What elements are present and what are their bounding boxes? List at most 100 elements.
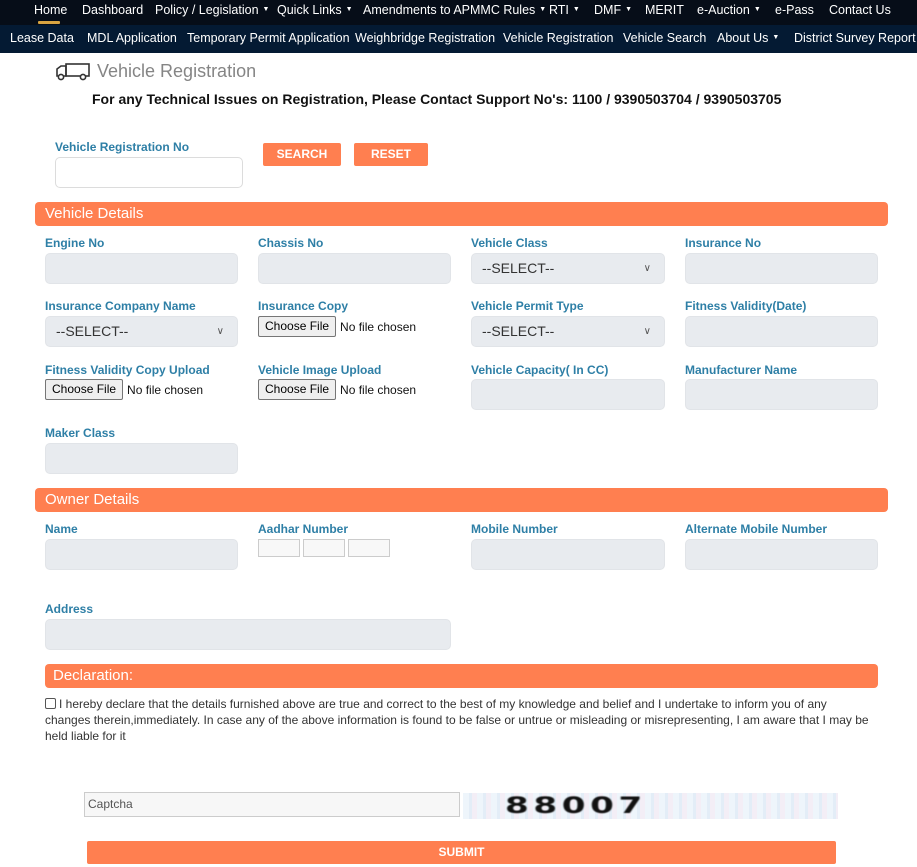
address-input[interactable] [45, 619, 451, 650]
nav-label: About Us [717, 31, 769, 45]
choose-file-button[interactable]: Choose File [258, 316, 337, 337]
reset-button[interactable]: RESET [354, 143, 428, 166]
file-status: No file chosen [127, 382, 204, 397]
owner-details-header: Owner Details [35, 488, 888, 512]
capacity-label: Vehicle Capacity( In CC) [471, 363, 609, 377]
caret-down-icon: ▼ [572, 5, 580, 13]
nav-label: MDL Application [87, 31, 177, 45]
nav-amendments[interactable]: Amendments to APMMC Rules ▼ [363, 0, 546, 25]
nav-contact-us[interactable]: Contact Us [829, 0, 891, 25]
vehicle-image-label: Vehicle Image Upload [258, 363, 382, 377]
name-label: Name [45, 522, 78, 536]
manufacturer-label: Manufacturer Name [685, 363, 798, 377]
nav-quick-links[interactable]: Quick Links ▼ [277, 0, 353, 25]
nav-label: Dashboard [82, 3, 144, 17]
select-value: --SELECT-- [56, 323, 129, 339]
nav-e-auction[interactable]: e-Auction ▼ [697, 0, 761, 25]
aadhar-part-2-input[interactable] [303, 539, 345, 557]
caret-down-icon: ▼ [772, 34, 780, 42]
nav-e-pass[interactable]: e-Pass [775, 0, 814, 25]
permit-type-label: Vehicle Permit Type [471, 299, 584, 313]
page-title-text: Vehicle Registration [97, 60, 257, 81]
aadhar-part-1-input[interactable] [258, 539, 300, 557]
chassis-no-input[interactable] [258, 253, 451, 284]
support-notice: For any Technical Issues on Registration… [92, 91, 782, 107]
choose-file-button[interactable]: Choose File [45, 379, 124, 400]
fitness-validity-input[interactable] [685, 316, 878, 347]
declaration-checkbox[interactable] [45, 698, 56, 709]
search-button[interactable]: SEARCH [263, 143, 341, 166]
nav-lease-data[interactable]: Lease Data [10, 25, 74, 53]
alt-mobile-input[interactable] [685, 539, 878, 570]
vehicle-class-label: Vehicle Class [471, 236, 548, 250]
mobile-input[interactable] [471, 539, 665, 570]
insurance-no-input[interactable] [685, 253, 878, 284]
vehicle-details-header: Vehicle Details [35, 202, 888, 226]
nav-label: Home [34, 3, 68, 17]
nav-weighbridge-registration[interactable]: Weighbridge Registration [355, 25, 495, 53]
insurance-company-label: Insurance Company Name [45, 299, 196, 313]
nav-merit[interactable]: MERIT [645, 0, 684, 25]
page-title: Vehicle Registration [55, 60, 256, 82]
nav-label: e-Auction [697, 3, 750, 17]
insurance-copy-label: Insurance Copy [258, 299, 349, 313]
chassis-no-label: Chassis No [258, 236, 324, 250]
truck-icon [56, 63, 90, 81]
captcha-input[interactable]: Captcha [84, 792, 460, 817]
vehicle-reg-no-input[interactable] [55, 157, 243, 188]
submit-button[interactable]: SUBMIT [87, 841, 836, 864]
nav-label: District Survey Report [794, 31, 916, 45]
nav-label: e-Pass [775, 3, 814, 17]
aadhar-label: Aadhar Number [258, 522, 349, 536]
secondary-nav: Lease Data MDL Application Temporary Per… [0, 25, 917, 53]
nav-label: Contact Us [829, 3, 891, 17]
manufacturer-input[interactable] [685, 379, 878, 410]
mobile-label: Mobile Number [471, 522, 558, 536]
nav-about-us[interactable]: About Us ▼ [717, 25, 779, 53]
insurance-copy-file-input: Choose File No file chosen [258, 316, 416, 337]
nav-label: Vehicle Search [623, 31, 707, 45]
declaration-text: I hereby declare that the details furnis… [45, 697, 869, 743]
vehicle-class-select[interactable]: --SELECT-- ∨ [471, 253, 665, 284]
nav-policy-legislation[interactable]: Policy / Legislation ▼ [155, 0, 269, 25]
primary-nav: Home Dashboard Policy / Legislation ▼ Qui… [0, 0, 917, 25]
fitness-copy-label: Fitness Validity Copy Upload [45, 363, 210, 377]
file-status: No file chosen [340, 382, 417, 397]
vehicle-image-file-input: Choose File No file chosen [258, 379, 416, 400]
chevron-down-icon: ∨ [216, 326, 224, 337]
fitness-validity-label: Fitness Validity(Date) [685, 299, 807, 313]
capacity-input[interactable] [471, 379, 665, 410]
nav-district-survey-report[interactable]: District Survey Report▼ [794, 25, 917, 53]
nav-label: Quick Links [277, 3, 342, 17]
nav-label: Lease Data [10, 31, 74, 45]
aadhar-part-3-input[interactable] [348, 539, 390, 557]
chevron-down-icon: ∨ [643, 326, 651, 337]
nav-vehicle-search[interactable]: Vehicle Search [623, 25, 706, 53]
caret-down-icon: ▼ [625, 5, 633, 13]
nav-label: Temporary Permit Application [187, 31, 350, 45]
caret-down-icon: ▼ [539, 5, 547, 13]
name-input[interactable] [45, 539, 238, 570]
nav-dmf[interactable]: DMF ▼ [594, 0, 632, 25]
captcha-image: 88007 [463, 793, 838, 819]
file-status: No file chosen [340, 319, 417, 334]
choose-file-button[interactable]: Choose File [258, 379, 337, 400]
nav-rti[interactable]: RTI ▼ [549, 0, 580, 25]
nav-label: Weighbridge Registration [355, 31, 496, 45]
alt-mobile-label: Alternate Mobile Number [685, 522, 828, 536]
maker-class-input[interactable] [45, 443, 238, 474]
caret-down-icon: ▼ [753, 5, 761, 13]
engine-no-label: Engine No [45, 236, 105, 250]
active-indicator [38, 21, 60, 24]
nav-vehicle-registration[interactable]: Vehicle Registration [503, 25, 613, 53]
nav-dashboard[interactable]: Dashboard [82, 0, 143, 25]
fitness-copy-file-input: Choose File No file chosen [45, 379, 203, 400]
nav-temporary-permit[interactable]: Temporary Permit Application [187, 25, 350, 53]
nav-label: Policy / Legislation [155, 3, 259, 17]
insurance-company-select[interactable]: --SELECT-- ∨ [45, 316, 238, 347]
nav-label: MERIT [645, 3, 684, 17]
engine-no-input[interactable] [45, 253, 238, 284]
nav-mdl-application[interactable]: MDL Application [87, 25, 177, 53]
permit-type-select[interactable]: --SELECT-- ∨ [471, 316, 665, 347]
nav-label: Amendments to APMMC Rules [363, 3, 536, 17]
